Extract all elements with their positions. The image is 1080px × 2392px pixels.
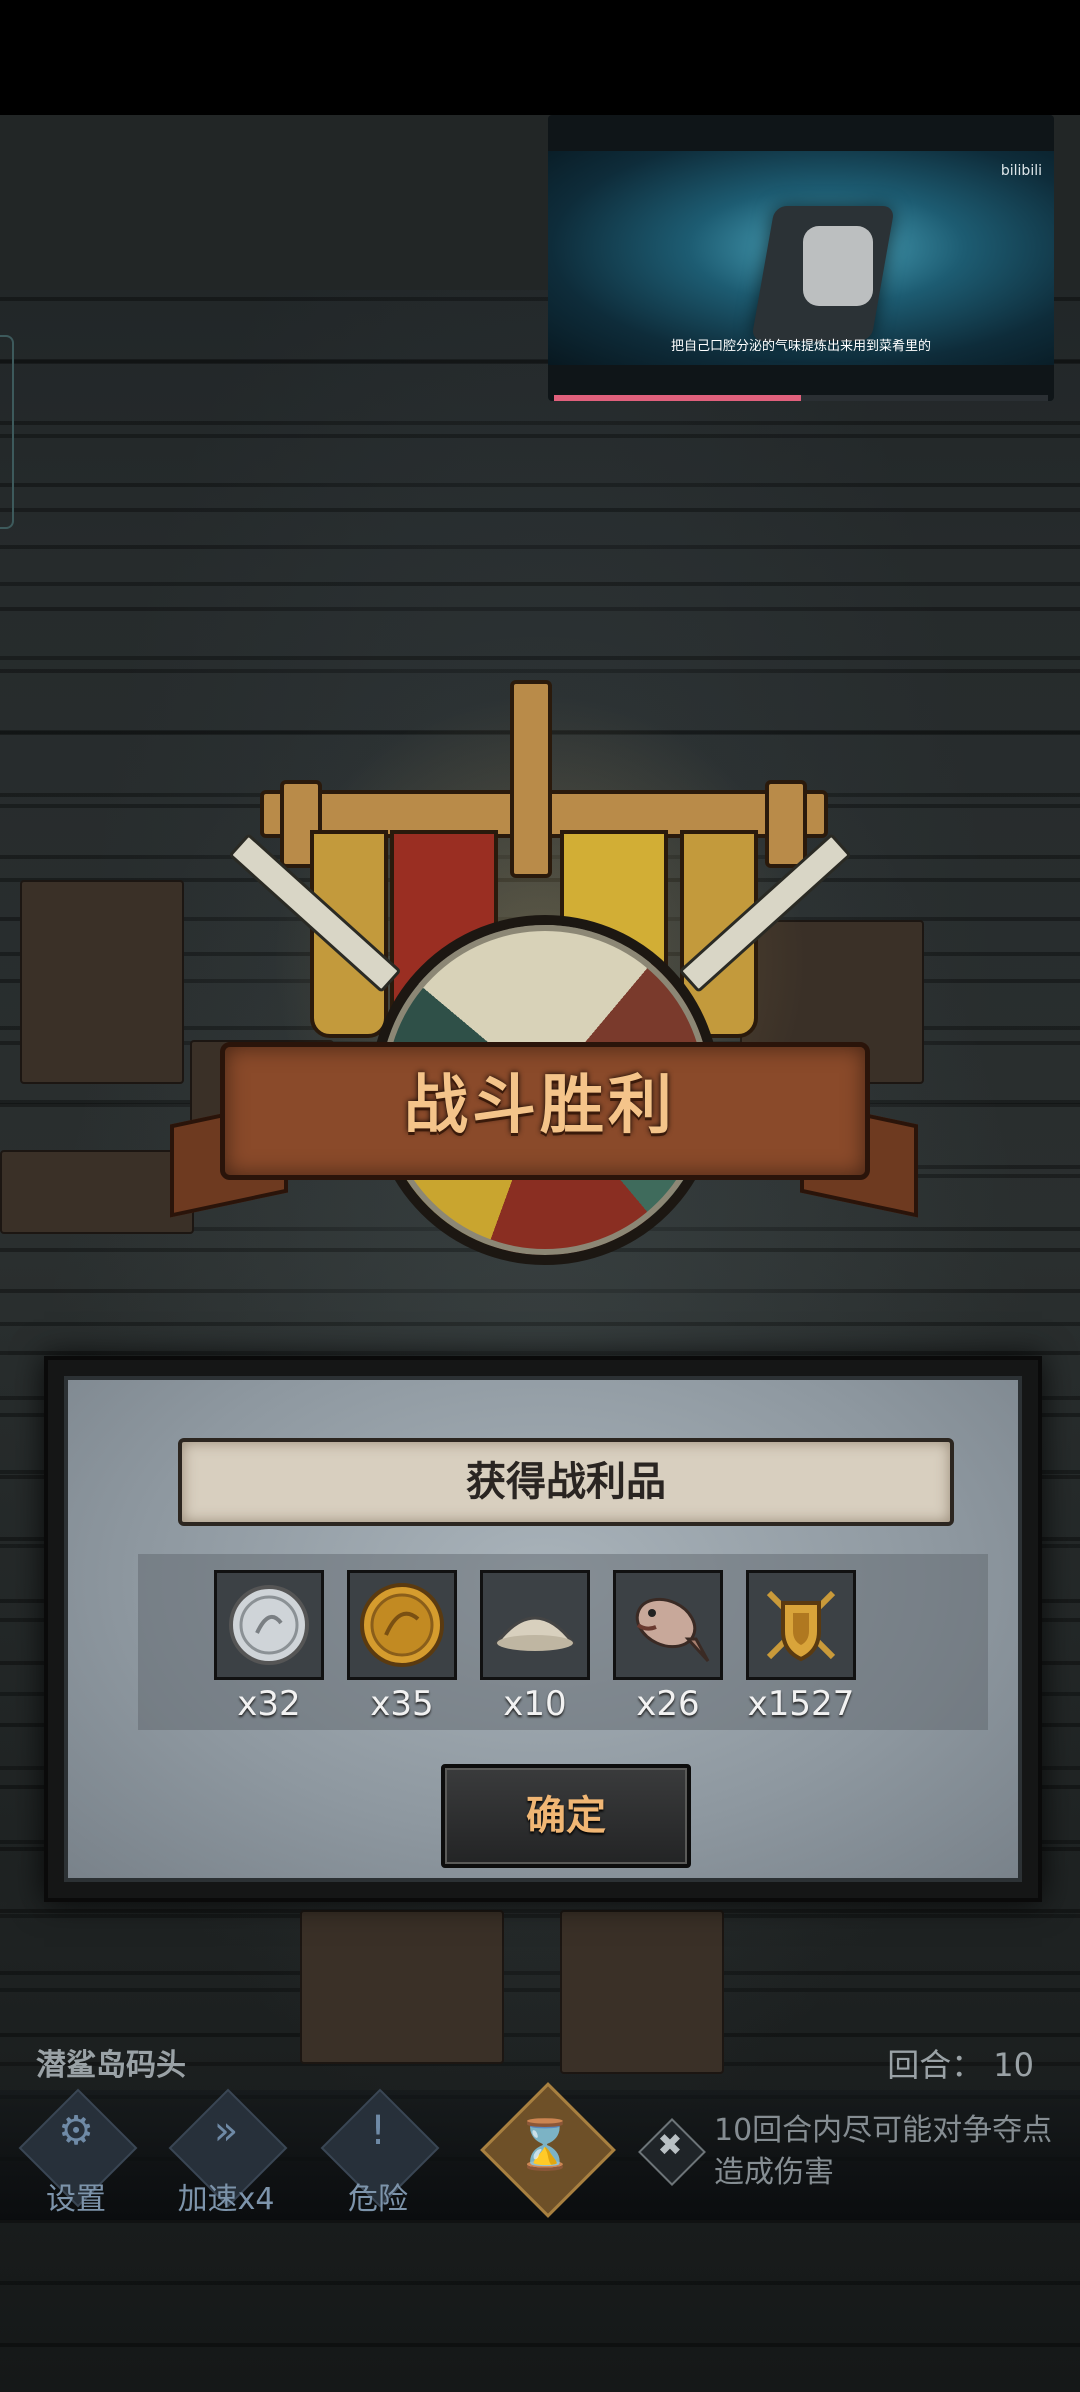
reward-count: x1527: [747, 1684, 855, 1724]
reward-count: x26: [636, 1684, 700, 1724]
dock-plank: [0, 1150, 194, 1234]
dock-plank: [560, 1910, 724, 2074]
reward-item-fish[interactable]: x26: [613, 1570, 723, 1724]
dock-plank: [20, 880, 184, 1084]
reward-count: x35: [370, 1684, 434, 1724]
video-progress-fill: [554, 395, 801, 401]
confirm-button[interactable]: 确定: [441, 1764, 691, 1868]
settings-button[interactable]: ⚙ 设置: [16, 2088, 138, 2217]
video-frame: bilibili 把自己口腔分泌的气味提炼出来用到菜肴里的: [548, 151, 1054, 365]
fish-icon: [613, 1570, 723, 1680]
settings-label: 设置: [46, 2182, 106, 2217]
rewards-dialog-body: 获得战利品 x32 x35 x10 x26 x1527 确定: [64, 1376, 1022, 1882]
crossed-tools-icon: ✖: [657, 2128, 683, 2163]
battle-victory-title: 战斗胜利: [404, 1069, 676, 1143]
speed-button[interactable]: » 加速x4: [166, 2088, 288, 2217]
end-turn-button[interactable]: ⌛: [472, 2080, 616, 2220]
exclamation-icon: !: [369, 2108, 387, 2154]
video-scene-figure: [803, 226, 873, 306]
reward-item-gold-coin[interactable]: x35: [347, 1570, 457, 1724]
danger-label: 危险: [348, 2182, 408, 2217]
location-name: 潜鲨岛码头: [36, 2048, 186, 2083]
emblem-post: [765, 780, 807, 868]
dock-plank: [300, 1910, 504, 2064]
victory-emblem: 战斗胜利: [170, 660, 918, 1320]
rewards-dialog: 获得战利品 x32 x35 x10 x26 x1527 确定: [44, 1356, 1042, 1902]
flour-pile-icon: [480, 1570, 590, 1680]
video-subtitle: 把自己口腔分泌的气味提炼出来用到菜肴里的: [670, 339, 931, 354]
round-counter: 回合： 10: [877, 2040, 1034, 2086]
speed-label: 加速x4: [177, 2182, 275, 2217]
reward-item-honor-crest[interactable]: x1527: [746, 1570, 856, 1724]
round-value: 10: [993, 2046, 1034, 2084]
reward-count: x32: [237, 1684, 301, 1724]
emblem-post: [510, 680, 552, 878]
objective-icon: ✖: [638, 2118, 706, 2186]
side-drawer-tab[interactable]: [0, 335, 14, 529]
objective-hint: 10回合内尽可能对争夺点造成伤害: [714, 2113, 1053, 2190]
bilibili-logo-icon: bilibili: [1000, 163, 1042, 179]
hourglass-icon: ⌛: [515, 2117, 575, 2173]
round-label: 回合：: [887, 2046, 984, 2084]
confirm-button-label: 确定: [526, 1793, 606, 1839]
floating-video-player[interactable]: bilibili 把自己口腔分泌的气味提炼出来用到菜肴里的: [548, 115, 1054, 401]
reward-item-silver-coin[interactable]: x32: [214, 1570, 324, 1724]
danger-button[interactable]: ! 危险: [318, 2088, 440, 2217]
reward-item-flour[interactable]: x10: [480, 1570, 590, 1724]
gold-coin-icon: [347, 1570, 457, 1680]
rewards-title-bar: 获得战利品: [178, 1438, 954, 1526]
gear-icon: ⚙: [58, 2108, 94, 2154]
golden-shield-crest-icon: [746, 1570, 856, 1680]
silver-coin-icon: [214, 1570, 324, 1680]
reward-count: x10: [503, 1684, 567, 1724]
rewards-title: 获得战利品: [466, 1459, 666, 1505]
fast-forward-icon: »: [213, 2108, 239, 2154]
video-progress-bar[interactable]: [554, 395, 1048, 401]
